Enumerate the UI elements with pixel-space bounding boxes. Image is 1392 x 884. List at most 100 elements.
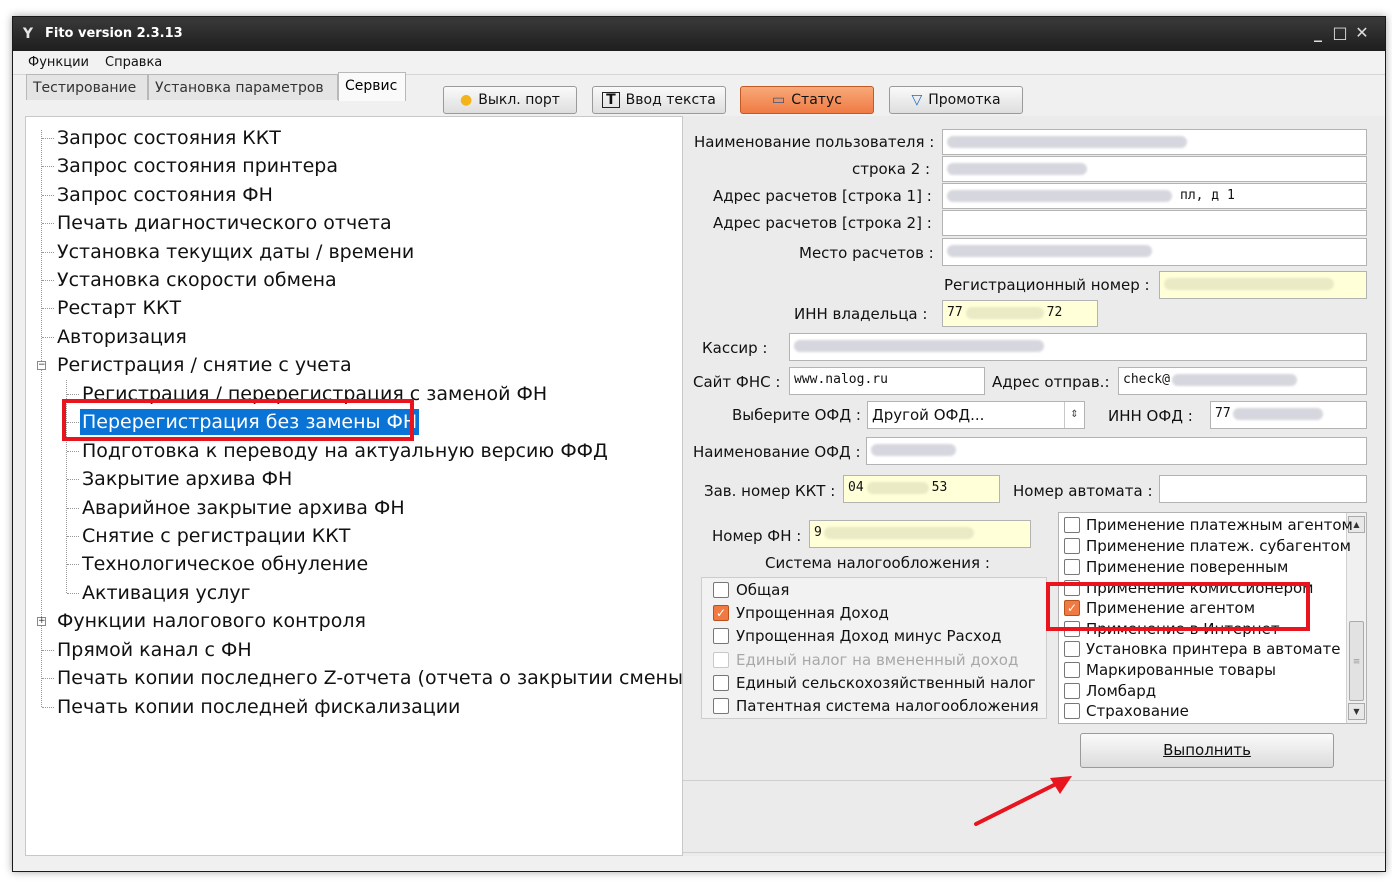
tree-item[interactable]: Запрос состояния ККТ — [57, 125, 281, 151]
feature-label: Маркированные товары — [1086, 661, 1276, 679]
text-input-button[interactable]: T Ввод текста — [592, 86, 726, 114]
tree-item[interactable]: Авторизация — [57, 324, 187, 350]
tab-testing[interactable]: Тестирование — [26, 74, 148, 100]
feature-label: Установка принтера в автомате — [1086, 640, 1341, 658]
select-arrow-icon: ⇕ — [1064, 402, 1084, 428]
ofd-select[interactable]: Другой ОФД... ⇕ — [867, 401, 1085, 429]
feature-checkbox[interactable] — [1064, 703, 1080, 719]
tree-item[interactable]: Печать копии последней фискализации — [57, 694, 460, 720]
highlight-box-tree — [62, 399, 414, 441]
feature-checkbox[interactable] — [1064, 559, 1080, 575]
address2-label: Адрес расчетов [строка 2] : — [713, 214, 932, 232]
minimize-button[interactable]: _ — [1309, 24, 1327, 42]
tree-item[interactable]: Рестарт ККТ — [57, 295, 181, 321]
tree-item[interactable]: Прямой канал с ФН — [57, 637, 252, 663]
sender-label: Адрес отправ.: — [992, 373, 1110, 391]
machine-number-label: Номер автомата : — [1013, 482, 1153, 500]
ofd-select-value: Другой ОФД... — [872, 406, 985, 424]
tree-subitem[interactable]: Аварийное закрытие архива ФН — [82, 495, 405, 521]
tree-expander-tax-control[interactable]: + — [37, 617, 46, 626]
scroll-thumb[interactable]: ≡ — [1349, 621, 1364, 701]
menu-help[interactable]: Справка — [105, 55, 162, 70]
tree-item[interactable]: Установка текущих даты / времени — [57, 239, 414, 265]
status-button[interactable]: ▭ Статус — [740, 86, 874, 114]
feature-label: Применение платеж. субагентом — [1086, 537, 1351, 555]
tree-subitem[interactable]: Технологическое обнуление — [82, 551, 368, 577]
rewind-label: Промотка — [928, 92, 1001, 108]
tree-item-tax-control[interactable]: Функции налогового контроля — [57, 608, 366, 634]
user-name-field[interactable] — [942, 129, 1367, 155]
tax-option-label: Патентная система налогообложения — [736, 697, 1039, 715]
fns-site-label: Сайт ФНС : — [693, 373, 781, 391]
tab-service[interactable]: Сервис — [338, 72, 406, 101]
window-title: Fito version 2.3.13 — [45, 26, 183, 41]
feature-label: Ломбард — [1086, 682, 1157, 700]
address1-value: пл, д 1 — [1180, 188, 1235, 203]
port-off-button[interactable]: ● Выкл. порт — [443, 86, 577, 114]
execute-button[interactable]: Выполнить — [1080, 733, 1334, 768]
tree-item[interactable]: Печать диагностического отчета — [57, 210, 392, 236]
highlight-box-agent — [1046, 582, 1310, 631]
tree-subitem[interactable]: Активация услуг — [82, 580, 251, 606]
owner-inn-field[interactable]: 77 72 — [942, 300, 1098, 327]
owner-inn-label: ИНН владельца : — [794, 305, 928, 323]
tree-subitem[interactable]: Закрытие архива ФН — [82, 466, 292, 492]
port-off-label: Выкл. порт — [478, 92, 560, 108]
tax-checkbox-eshn[interactable] — [713, 675, 729, 691]
ofd-inn-field[interactable]: 77 — [1210, 401, 1367, 429]
sender-field[interactable]: check@ — [1118, 367, 1367, 395]
scroll-down-icon[interactable]: ▼ — [1348, 703, 1365, 720]
feature-checkbox[interactable] — [1064, 517, 1080, 533]
tree-subitem[interactable]: Подготовка к переводу на актуальную верс… — [82, 438, 608, 464]
ofd-name-field[interactable] — [866, 437, 1367, 465]
fns-site-field[interactable]: www.nalog.ru — [789, 367, 985, 395]
tax-checkbox-patent[interactable] — [713, 698, 729, 714]
kkt-serial-field[interactable]: 04 53 — [843, 475, 1000, 503]
sender-value: check@ — [1123, 372, 1170, 387]
reg-number-field[interactable] — [1159, 271, 1367, 299]
tax-checkbox-envd — [713, 652, 729, 668]
tax-option-label: Единый сельскохозяйственный налог — [736, 674, 1036, 692]
maximize-button[interactable]: □ — [1331, 24, 1349, 42]
divider — [683, 852, 1385, 853]
tab-parameters[interactable]: Установка параметров — [148, 74, 338, 100]
user-name-label: Наименование пользователя : — [694, 133, 935, 151]
cashier-field[interactable] — [789, 333, 1367, 361]
tree-item[interactable]: Запрос состояния принтера — [57, 153, 338, 179]
feature-checkbox[interactable] — [1064, 538, 1080, 554]
ofd-inn-label: ИНН ОФД : — [1108, 407, 1193, 425]
tree-item[interactable]: Установка скорости обмена — [57, 267, 337, 293]
tree-subitem[interactable]: Снятие с регистрации ККТ — [82, 523, 350, 549]
feature-label: Страхование — [1086, 702, 1189, 720]
address1-field[interactable]: пл, д 1 — [942, 183, 1367, 209]
owner-inn-end: 72 — [1046, 305, 1063, 320]
feature-checkbox[interactable] — [1064, 662, 1080, 678]
tree-item-registration[interactable]: Регистрация / снятие с учета — [57, 352, 352, 378]
kkt-serial-end: 53 — [931, 480, 948, 495]
tree-item[interactable]: Запрос состояния ФН — [57, 182, 273, 208]
status-icon: ▭ — [772, 92, 786, 108]
fn-number-field[interactable]: 9 — [809, 520, 1031, 548]
menu-functions[interactable]: Функции — [28, 55, 89, 70]
place-field[interactable] — [942, 238, 1367, 266]
tax-checkbox-simplified-income[interactable]: ✓ — [713, 605, 729, 621]
rewind-button[interactable]: ▽ Промотка — [889, 86, 1023, 114]
ofd-inn-value: 77 — [1215, 406, 1231, 421]
tree-expander-registration[interactable]: − — [37, 361, 46, 370]
tax-checkbox-general[interactable] — [713, 582, 729, 598]
text-icon: T — [602, 92, 620, 108]
status-label: Статус — [791, 92, 842, 108]
feature-checkbox[interactable] — [1064, 641, 1080, 657]
lamp-icon: ● — [460, 92, 473, 108]
kkt-serial-label: Зав. номер ККТ : — [704, 482, 836, 500]
tax-checkbox-simplified-income-expense[interactable] — [713, 628, 729, 644]
machine-number-field[interactable] — [1159, 475, 1367, 503]
tree-item[interactable]: Печать копии последнего Z-отчета (отчета… — [57, 665, 690, 691]
title-bar: Y Fito version 2.3.13 _ □ ✕ — [13, 17, 1385, 51]
tax-system-label: Система налогообложения : — [765, 554, 990, 572]
feature-checkbox[interactable] — [1064, 683, 1080, 699]
address1-label: Адрес расчетов [строка 1] : — [713, 187, 932, 205]
address2-field[interactable] — [942, 210, 1367, 236]
close-button[interactable]: ✕ — [1353, 24, 1371, 42]
user-name-line2-field[interactable] — [942, 156, 1367, 182]
